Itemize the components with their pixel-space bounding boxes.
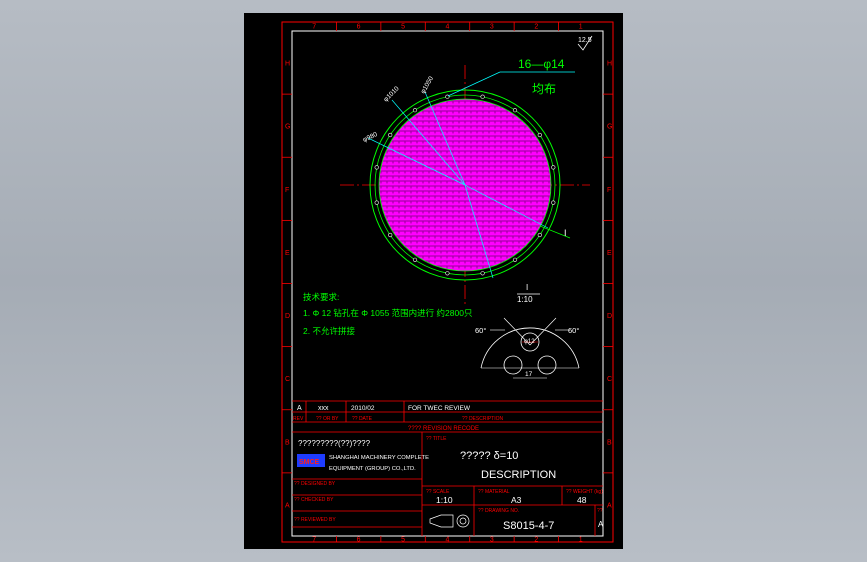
- rev-header-rev: REV: [293, 416, 304, 422]
- bolt-hole: [445, 271, 450, 276]
- bolt-hole: [537, 232, 542, 238]
- rev-header-description: ?? DESCRIPTION: [462, 416, 504, 422]
- angle-left: 60°: [475, 326, 486, 335]
- zone-col-label: 6: [357, 537, 361, 544]
- sheet-area: [244, 13, 623, 549]
- zone-col-label: 1: [579, 24, 583, 31]
- rev-row-rev: A: [297, 405, 302, 412]
- bolt-hole: [374, 200, 379, 205]
- material-label: ?? MATERIAL: [478, 489, 510, 495]
- rev-row-date: 2010/02: [351, 405, 375, 412]
- zone-row-label: E: [607, 250, 612, 257]
- rev-header-by: ?? OR BY: [316, 416, 339, 422]
- zone-col-label: 2: [534, 24, 538, 31]
- zone-col-label: 3: [490, 537, 494, 544]
- bolt-hole: [551, 200, 556, 205]
- rev-row-description: FOR TWEC REVIEW: [408, 405, 471, 412]
- zone-row-label: C: [607, 376, 612, 383]
- rev-label: ??: [597, 508, 603, 514]
- bolt-hole: [388, 132, 393, 138]
- detail-pitch: 17: [525, 371, 533, 378]
- zone-col-label: 4: [446, 537, 450, 544]
- section-label: I: [564, 228, 567, 238]
- drawing-no-value: S8015-4-7: [503, 520, 554, 532]
- title-en: DESCRIPTION: [481, 469, 556, 481]
- bolt-hole: [412, 257, 418, 262]
- notes-line-1: 1. Φ 12 钻孔在 Φ 1055 范围内进行 约2800只: [303, 308, 473, 318]
- holes-callout-note: 均布: [532, 82, 556, 96]
- bolt-hole: [480, 94, 485, 99]
- bolt-hole: [551, 165, 556, 170]
- zone-col-label: 5: [401, 24, 405, 31]
- zone-row-label: D: [285, 313, 290, 320]
- bolt-hole: [412, 108, 418, 113]
- zone-row-label: H: [607, 61, 612, 68]
- bolt-hole: [512, 257, 518, 262]
- company-cn: ?????????(??)????: [298, 439, 371, 448]
- zone-row-label: H: [285, 61, 290, 68]
- designed-by-label: ?? DESIGNED BY: [294, 481, 336, 487]
- zone-row-label: E: [285, 250, 290, 257]
- bolt-hole: [512, 108, 518, 113]
- company-en-2: EQUIPMENT (GROUP) CO.,LTD.: [329, 466, 416, 472]
- zone-row-label: F: [285, 187, 289, 194]
- company-en-1: SHANGHAI MACHINERY COMPLETE: [329, 455, 429, 461]
- notes-line-2: 2. 不允许拼接: [303, 326, 355, 336]
- drawing-no-label: ?? DRAWING NO.: [478, 508, 519, 514]
- company-logo-text: SMCE: [299, 459, 320, 466]
- weight-value: 48: [577, 495, 587, 505]
- cad-drawing: 7 7 6 6 5 5 4 4 3 3 2 2 1 1 H H G G F F E E D D C C B B A A 12.5: [244, 13, 623, 549]
- zone-row-label: F: [607, 187, 611, 194]
- angle-right: 60°: [568, 326, 579, 335]
- size-value: A3: [511, 495, 522, 505]
- zone-row-label: G: [607, 124, 612, 131]
- zone-row-label: C: [285, 376, 290, 383]
- title-label: ?? TITLE: [426, 436, 447, 442]
- title-cn: ????? δ=10: [460, 450, 518, 462]
- zone-col-label: 4: [446, 24, 450, 31]
- holes-callout: 16—φ14: [518, 57, 565, 71]
- detail-label: I: [526, 283, 528, 292]
- checked-by-label: ?? CHECKED BY: [294, 497, 334, 503]
- rev-value: A: [598, 520, 604, 529]
- zone-row-label: A: [607, 502, 612, 509]
- notes-title: 技术要求:: [303, 292, 339, 302]
- zone-col-label: 3: [490, 24, 494, 31]
- zone-row-label: D: [607, 313, 612, 320]
- zone-col-label: 5: [401, 537, 405, 544]
- scale-value: 1:10: [436, 495, 453, 505]
- roughness-mark: 12.5: [578, 37, 592, 44]
- bolt-hole: [480, 271, 485, 276]
- zone-col-label: 6: [357, 24, 361, 31]
- bolt-hole: [537, 132, 542, 138]
- zone-col-label: 2: [534, 537, 538, 544]
- rev-caption: ???? REVISION RECODE: [408, 426, 479, 432]
- detail-hole-dia: φ12: [524, 339, 535, 345]
- reviewed-by-label: ?? REVIEWED BY: [294, 517, 336, 523]
- zone-col-label: 7: [312, 537, 316, 544]
- detail-scale: 1:10: [517, 295, 533, 304]
- bolt-hole: [388, 232, 393, 238]
- zone-col-label: 1: [579, 537, 583, 544]
- bolt-hole: [374, 165, 379, 170]
- zone-row-label: B: [285, 439, 290, 446]
- zone-row-label: B: [607, 439, 612, 446]
- rev-row-by: xxx: [318, 405, 329, 412]
- zone-col-label: 7: [312, 24, 316, 31]
- rev-header-date: ?? DATE: [352, 416, 373, 422]
- zone-row-label: A: [285, 502, 290, 509]
- zone-row-label: G: [285, 124, 290, 131]
